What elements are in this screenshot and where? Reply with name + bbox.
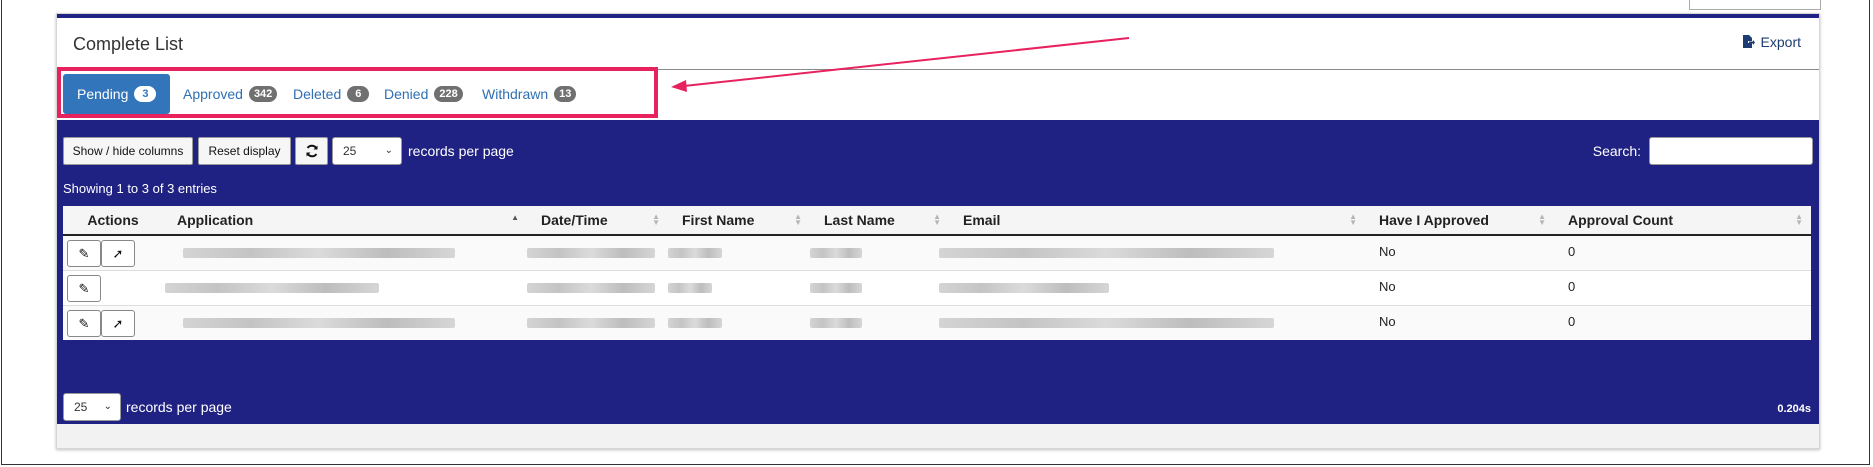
table-row: ✎ No 0 bbox=[63, 270, 1811, 306]
table-row: ✎ ➚ No 0 bbox=[63, 234, 1811, 271]
tab-count-badge: 13 bbox=[554, 86, 577, 102]
page-size-value: 25 bbox=[74, 400, 88, 414]
tab-count-badge: 3 bbox=[134, 86, 157, 102]
entries-info: Showing 1 to 3 of 3 entries bbox=[63, 181, 217, 196]
approval-count-cell: 0 bbox=[1554, 305, 1811, 340]
edit-button[interactable]: ✎ bbox=[67, 310, 101, 337]
sort-both-icon: ▲ ▼ bbox=[1538, 212, 1546, 227]
results-table: Actions Application ▲ Date/Time ▲ ▼ First N… bbox=[63, 206, 1811, 340]
redacted-cell bbox=[939, 305, 1365, 340]
launch-button[interactable]: ➚ bbox=[101, 310, 135, 337]
launch-button[interactable]: ➚ bbox=[101, 240, 135, 267]
tab-pending[interactable]: Pending 3 bbox=[63, 74, 171, 114]
approved-cell: No bbox=[1365, 234, 1554, 271]
chevron-down-icon: ⌄ bbox=[384, 145, 393, 156]
tab-count-badge: 6 bbox=[347, 86, 370, 102]
actions-cell: ✎ ➚ bbox=[63, 305, 163, 340]
page-size-value: 25 bbox=[343, 144, 357, 158]
reset-display-button[interactable]: Reset display bbox=[198, 137, 291, 165]
export-label: Export bbox=[1760, 34, 1801, 50]
rocket-icon: ➚ bbox=[112, 245, 124, 261]
query-timing: 0.204s bbox=[1777, 403, 1811, 415]
top-right-stub bbox=[1689, 0, 1821, 10]
redacted-cell bbox=[668, 305, 810, 340]
approval-count-cell: 0 bbox=[1554, 270, 1811, 306]
redacted-cell bbox=[527, 305, 668, 340]
tab-count-badge: 228 bbox=[434, 86, 463, 102]
refresh-icon bbox=[306, 144, 317, 158]
col-last-name[interactable]: Last Name ▲ ▼ bbox=[810, 206, 949, 236]
pencil-icon: ✎ bbox=[78, 280, 90, 296]
rocket-icon: ➚ bbox=[112, 315, 124, 331]
export-icon bbox=[1742, 35, 1755, 48]
panel-header: Complete List Export bbox=[57, 18, 1819, 70]
redacted-cell bbox=[668, 234, 810, 271]
sort-both-icon: ▲ ▼ bbox=[933, 212, 941, 227]
approved-cell: No bbox=[1365, 270, 1554, 306]
redacted-cell bbox=[527, 234, 668, 271]
sort-both-icon: ▲ ▼ bbox=[794, 212, 802, 227]
tab-label: Denied bbox=[384, 86, 429, 102]
refresh-button[interactable] bbox=[295, 137, 328, 165]
table-row: ✎ ➚ No 0 bbox=[63, 305, 1811, 340]
col-approval-count[interactable]: Approval Count ▲ ▼ bbox=[1554, 206, 1811, 236]
redacted-cell bbox=[810, 270, 949, 306]
tab-deleted[interactable]: Deleted 6 bbox=[279, 74, 383, 114]
redacted-cell bbox=[939, 270, 1365, 306]
records-per-page-label: records per page bbox=[408, 143, 514, 159]
actions-cell: ✎ ➚ bbox=[63, 234, 163, 271]
complete-list-panel: Complete List Export Pending 3 Approved … bbox=[56, 13, 1820, 449]
show-hide-columns-button[interactable]: Show / hide columns bbox=[63, 137, 193, 165]
sort-both-icon: ▲ ▼ bbox=[1349, 212, 1357, 227]
tab-withdrawn[interactable]: Withdrawn 13 bbox=[468, 74, 590, 114]
tab-label: Approved bbox=[183, 86, 243, 102]
datatable-area: Show / hide columns Reset display 25 ⌄ r… bbox=[57, 120, 1819, 424]
sort-both-icon: ▲ ▼ bbox=[1795, 212, 1803, 227]
edit-button[interactable]: ✎ bbox=[67, 240, 101, 267]
redacted-cell bbox=[163, 270, 527, 306]
tab-label: Withdrawn bbox=[482, 86, 549, 102]
datatable-footer: 25 ⌄ records per page 0.204s bbox=[57, 390, 1819, 424]
col-actions: Actions bbox=[63, 206, 163, 236]
pencil-icon: ✎ bbox=[78, 315, 90, 331]
tab-count-badge: 342 bbox=[248, 86, 278, 102]
col-have-i-approved[interactable]: Have I Approved ▲ ▼ bbox=[1365, 206, 1554, 236]
redacted-cell bbox=[527, 270, 668, 306]
search-label: Search: bbox=[1592, 143, 1641, 159]
sort-asc-icon: ▲ bbox=[511, 213, 519, 222]
records-per-page-label: records per page bbox=[126, 399, 232, 415]
approval-count-cell: 0 bbox=[1554, 234, 1811, 271]
sort-both-icon: ▲ ▼ bbox=[652, 212, 660, 227]
redacted-cell bbox=[810, 305, 949, 340]
redacted-cell bbox=[163, 234, 527, 271]
actions-cell: ✎ bbox=[63, 270, 163, 306]
panel-bottom-strip bbox=[57, 424, 1819, 448]
pencil-icon: ✎ bbox=[78, 245, 90, 261]
page-size-select[interactable]: 25 ⌄ bbox=[332, 137, 402, 165]
col-datetime[interactable]: Date/Time ▲ ▼ bbox=[527, 206, 668, 236]
tab-denied[interactable]: Denied 228 bbox=[370, 74, 477, 114]
redacted-cell bbox=[810, 234, 949, 271]
tab-approved[interactable]: Approved 342 bbox=[169, 74, 291, 114]
col-application[interactable]: Application ▲ bbox=[163, 206, 527, 236]
status-tabs: Pending 3 Approved 342 Deleted 6 Denied … bbox=[57, 70, 1819, 120]
footer-page-size-select[interactable]: 25 ⌄ bbox=[63, 393, 121, 421]
tab-label: Deleted bbox=[293, 86, 342, 102]
chevron-down-icon: ⌄ bbox=[103, 401, 112, 412]
redacted-cell bbox=[668, 270, 810, 306]
panel-title: Complete List bbox=[73, 34, 184, 54]
redacted-cell bbox=[163, 305, 527, 340]
tab-label: Pending bbox=[77, 86, 129, 102]
approved-cell: No bbox=[1365, 305, 1554, 340]
search-input[interactable] bbox=[1649, 137, 1813, 165]
col-email[interactable]: Email ▲ ▼ bbox=[949, 206, 1365, 236]
edit-button[interactable]: ✎ bbox=[67, 275, 101, 302]
col-first-name[interactable]: First Name ▲ ▼ bbox=[668, 206, 810, 236]
export-button[interactable]: Export bbox=[1742, 34, 1801, 50]
redacted-cell bbox=[939, 234, 1365, 271]
